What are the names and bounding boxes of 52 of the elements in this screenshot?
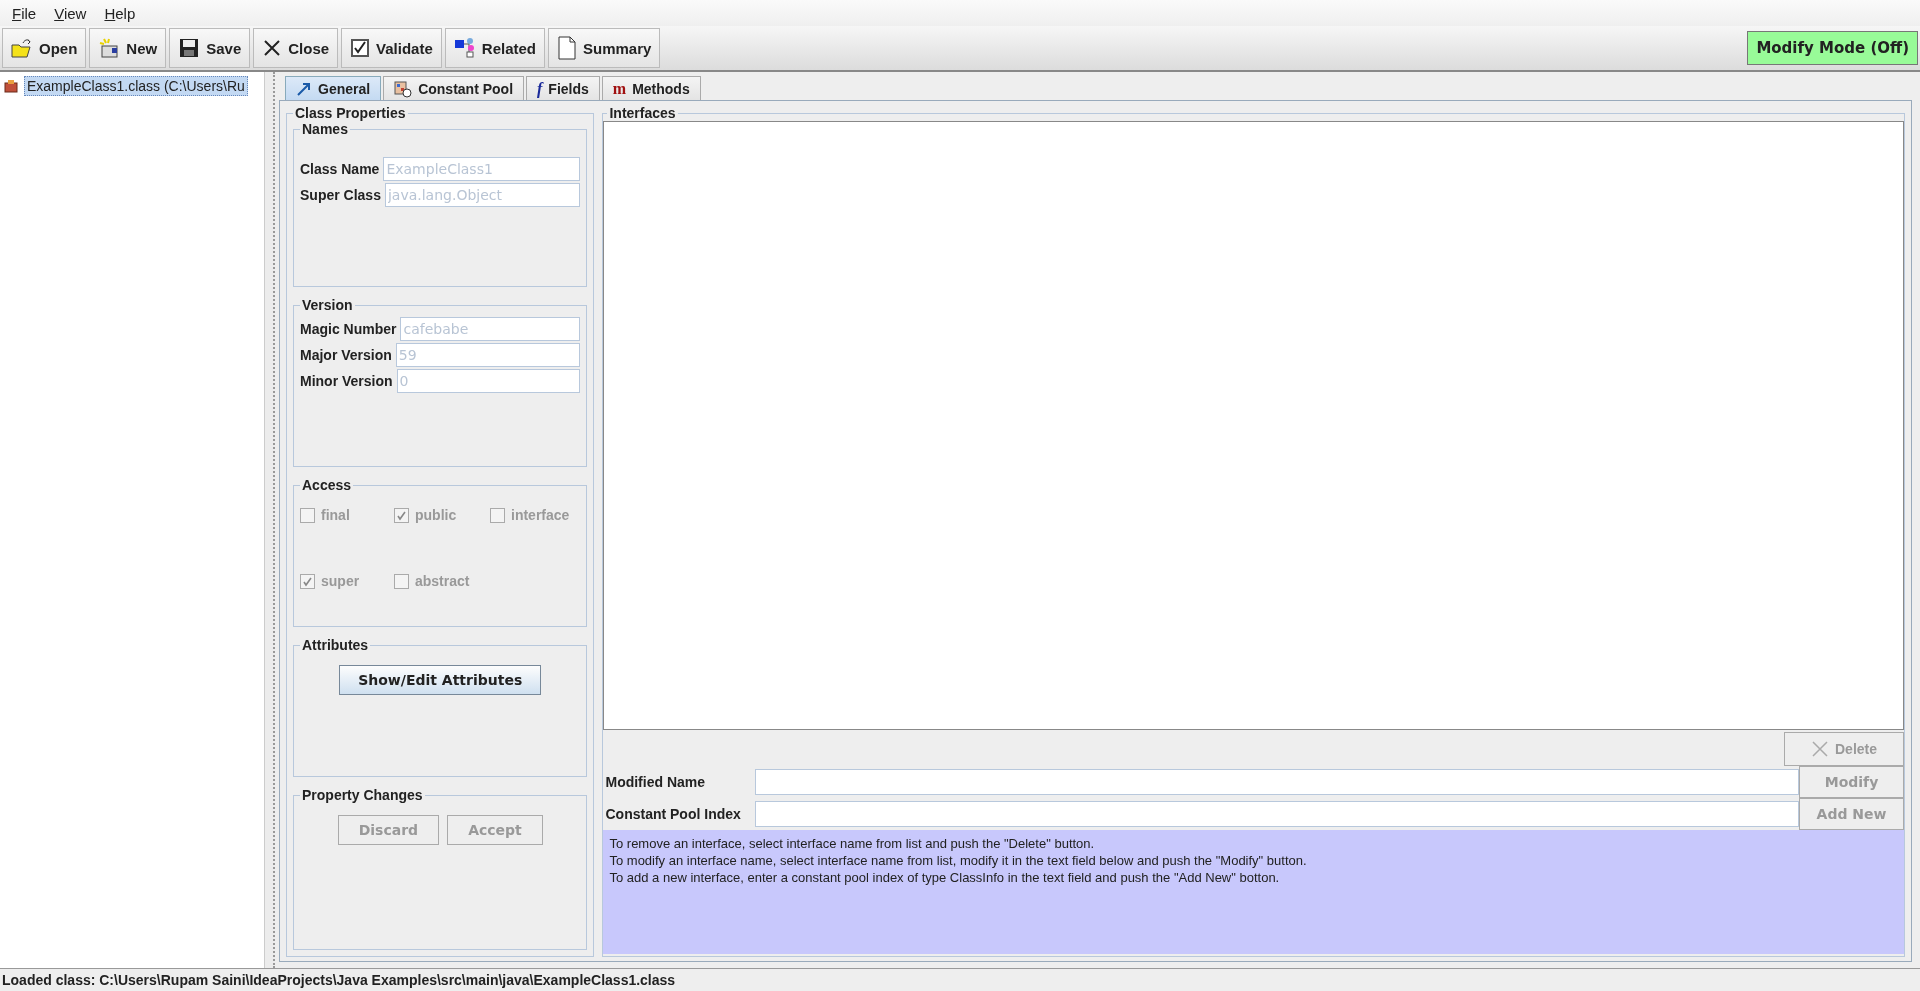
field-label: Magic Number [300,321,397,337]
toolbar-button[interactable]: Summary [548,28,661,68]
tab[interactable]: f Fields [526,76,600,100]
menu-item[interactable]: Help [96,2,144,24]
checkbox-label: abstract [415,573,470,589]
folder-icon [11,37,33,59]
input-field[interactable] [755,769,1799,795]
new-file-icon [98,37,121,59]
toolbar-button[interactable]: Open [2,28,87,68]
help-text: To remove an interface, select interface name from list and push the "Delete" button. [609,836,1096,851]
close-icon [1811,740,1829,758]
group-title: Property Changes [301,787,424,803]
group-title: Attributes [301,637,370,653]
diagram-icon [453,37,476,59]
toolbar-button[interactable]: Validate [341,28,442,68]
status-text: Loaded class: C:\Users\Rupam Saini\IdeaProjects\Java Examples\src\main\java\ExampleClass1.class [2,972,676,988]
menu-item[interactable]: File [4,2,45,24]
arrow-icon [296,80,312,97]
close-icon [262,38,283,58]
help-text: To add a new interface, enter a constant pool index of type ClassInfo in the text field and push the "Add New" botton. [609,870,1281,885]
panel-title: Interfaces [608,105,677,121]
class-file-icon [4,79,18,93]
group-title: Access [301,477,353,493]
group-title: Names [301,121,349,137]
field-label: Constant Pool Index [604,806,742,822]
tab[interactable]: m Methods [601,76,701,100]
show-edit-attributes-button[interactable]: Show/Edit Attributes [339,665,542,695]
toolbar-button[interactable]: Related [444,28,545,68]
help-text: To modify an interface name, select interface name from list, modify it in the text field below and push the "Modify" button. [609,853,1308,868]
field-label: Super Class [300,187,381,203]
checkbox-label: final [321,507,350,523]
toolbar-button[interactable]: Close [253,28,339,68]
checkbox-label: public [415,507,457,523]
toolbar-button[interactable]: New [89,28,167,68]
tab[interactable]: General [285,76,382,100]
modify-mode-button[interactable]: Modify Mode (Off) [1747,31,1918,65]
checkbox-label: interface [511,507,570,523]
field-label: Major Version [300,347,392,363]
field-label: Modified Name [604,774,707,790]
input-field[interactable] [755,801,1799,827]
panel-title: Class Properties [294,105,407,121]
group-title: Version [301,297,354,313]
checkbox-label: super [321,573,360,589]
tree-item[interactable]: ExampleClass1.class (C:\Users\Ru [24,76,248,96]
field-label: Minor Version [300,373,393,389]
toolbar-button[interactable]: Save [169,28,251,68]
field-label: Class Name [300,161,380,177]
document-icon [557,36,577,60]
pool-icon [394,79,413,98]
menu-item[interactable]: View [46,2,95,24]
checkbox-icon [350,38,371,58]
tab[interactable]: Constant Pool [383,76,525,100]
